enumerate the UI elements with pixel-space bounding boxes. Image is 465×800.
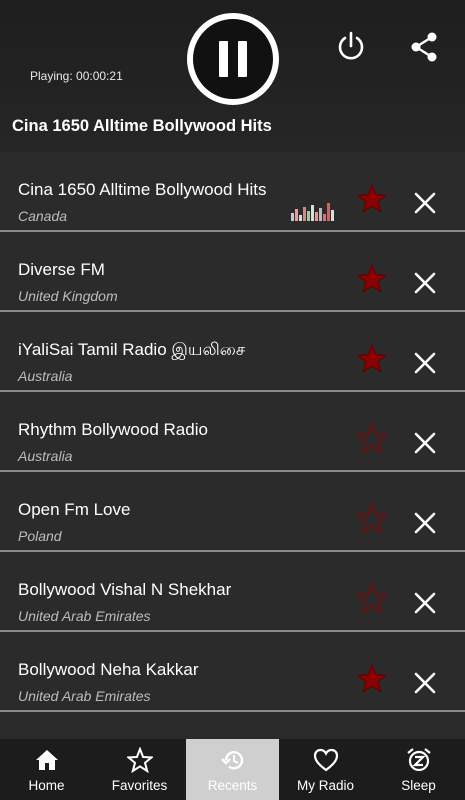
nav-label: My Radio xyxy=(296,778,355,793)
history-icon xyxy=(220,751,243,770)
station-row[interactable]: Open Fm Love Poland xyxy=(0,472,465,552)
nav-favorites[interactable]: Favorites xyxy=(93,739,186,800)
star-filled-icon[interactable] xyxy=(356,663,388,695)
nav-home[interactable]: Home xyxy=(0,739,93,800)
station-name: Diverse FM xyxy=(18,260,105,279)
station-country: United Arab Emirates xyxy=(18,608,151,624)
nav-sleep[interactable]: Sleep xyxy=(372,739,465,800)
home-icon xyxy=(35,750,58,770)
player-header: Playing: 00:00:21 Cina 1650 Alltime Boll… xyxy=(0,0,465,152)
now-playing-title: Cina 1650 Alltime Bollywood Hits xyxy=(12,117,272,135)
close-icon[interactable] xyxy=(413,351,437,375)
nav-my-radio[interactable]: My Radio xyxy=(279,739,372,800)
station-country: United Kingdom xyxy=(18,288,118,304)
close-icon[interactable] xyxy=(413,671,437,695)
station-country: Australia xyxy=(18,448,73,464)
nav-recents[interactable]: Recents xyxy=(186,739,279,800)
bottom-nav: Home Favorites Recents My Radio Sleep xyxy=(0,739,465,800)
star-outline-icon[interactable] xyxy=(356,503,388,535)
power-icon[interactable] xyxy=(335,30,367,62)
playing-timer: Playing: 00:00:21 xyxy=(30,69,123,83)
station-row[interactable]: Bollywood Neha Kakkar United Arab Emirate… xyxy=(0,632,465,712)
station-row[interactable]: Bollywood Vishal N Shekhar United Arab Em… xyxy=(0,552,465,632)
nav-label: Recents xyxy=(207,778,258,793)
station-name: Rhythm Bollywood Radio xyxy=(18,420,208,439)
alarm-snooze-icon xyxy=(406,748,431,772)
nav-label: Favorites xyxy=(111,778,168,793)
heart-outline-icon xyxy=(313,748,338,772)
station-list: Cina 1650 Alltime Bollywood Hits Canada Di… xyxy=(0,152,465,712)
station-row[interactable]: Cina 1650 Alltime Bollywood Hits Canada xyxy=(0,152,465,232)
station-name: iYaliSai Tamil Radio இயலிசை xyxy=(18,340,246,359)
close-icon[interactable] xyxy=(413,431,437,455)
star-filled-icon[interactable] xyxy=(356,343,388,375)
station-name: Open Fm Love xyxy=(18,500,131,519)
star-outline-icon[interactable] xyxy=(356,423,388,455)
station-country: Canada xyxy=(18,208,68,224)
share-icon[interactable] xyxy=(407,30,441,64)
close-icon[interactable] xyxy=(413,191,437,215)
star-filled-icon[interactable] xyxy=(356,183,388,215)
station-row[interactable]: iYaliSai Tamil Radio இயலிசை Australia xyxy=(0,312,465,392)
station-name: Bollywood Vishal N Shekhar xyxy=(18,580,232,599)
close-icon[interactable] xyxy=(413,271,437,295)
star-filled-icon[interactable] xyxy=(356,263,388,295)
station-row[interactable]: Rhythm Bollywood Radio Australia xyxy=(0,392,465,472)
star-outline-icon xyxy=(126,747,153,773)
equalizer-icon xyxy=(291,203,334,221)
nav-label: Sleep xyxy=(401,778,436,793)
pause-button[interactable] xyxy=(187,13,279,105)
station-country: Australia xyxy=(18,368,73,384)
close-icon[interactable] xyxy=(413,591,437,615)
star-outline-icon[interactable] xyxy=(356,583,388,615)
station-name: Bollywood Neha Kakkar xyxy=(18,660,199,679)
close-icon[interactable] xyxy=(413,511,437,535)
station-country: United Arab Emirates xyxy=(18,688,151,704)
station-country: Poland xyxy=(18,528,62,544)
station-name: Cina 1650 Alltime Bollywood Hits xyxy=(18,180,267,199)
pause-icon xyxy=(219,41,228,77)
nav-label: Home xyxy=(28,778,65,793)
station-row[interactable]: Diverse FM United Kingdom xyxy=(0,232,465,312)
